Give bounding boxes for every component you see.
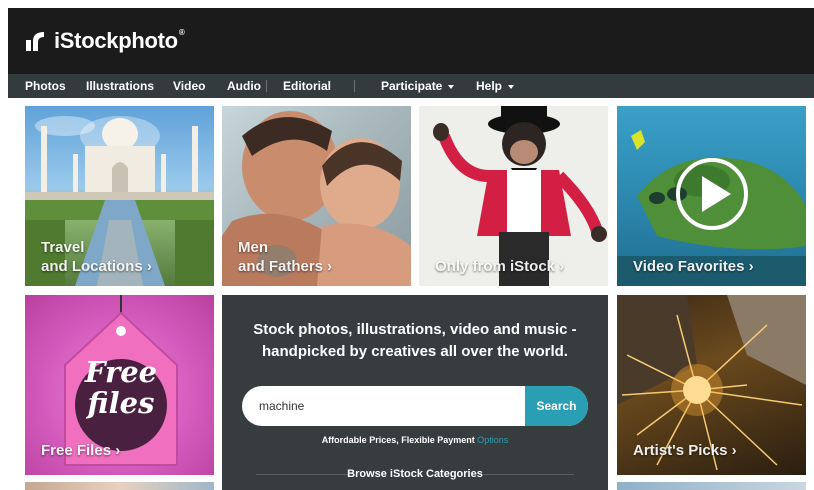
pricing-note: Affordable Prices, Flexible Payment Opti… bbox=[321, 435, 509, 445]
tile-label: Travel and Locations › bbox=[41, 239, 152, 275]
nav-item-audio[interactable]: Audio bbox=[227, 79, 261, 93]
divider bbox=[482, 474, 574, 475]
tile-label: Men and Fathers › bbox=[238, 239, 333, 275]
main-nav: Photos Illustrations Video Audio Editori… bbox=[8, 74, 814, 98]
nav-item-editorial[interactable]: Editorial bbox=[283, 79, 331, 93]
tile-free-files[interactable]: Free files Free Files › bbox=[25, 295, 214, 475]
free-files-badge: Free files bbox=[84, 355, 158, 420]
logo-text: iStockphoto® bbox=[54, 28, 185, 53]
nav-item-help[interactable]: Help bbox=[476, 79, 515, 93]
nav-item-photos[interactable]: Photos bbox=[25, 79, 66, 93]
payment-options-link[interactable]: Options bbox=[477, 435, 508, 445]
tile-travel-locations[interactable]: Travel and Locations › bbox=[25, 106, 214, 286]
nav-divider bbox=[354, 80, 355, 92]
tile-only-from-istock[interactable]: Only from iStock › bbox=[419, 106, 608, 286]
chevron-down-icon bbox=[448, 84, 455, 89]
istock-logo-icon bbox=[26, 32, 44, 51]
tile-label: Free Files › bbox=[41, 442, 121, 459]
search-bar: Search bbox=[242, 386, 588, 426]
tile-label: Video Favorites › bbox=[633, 258, 754, 275]
tile-men-fathers[interactable]: Men and Fathers › bbox=[222, 106, 411, 286]
logo[interactable]: iStockphoto® bbox=[25, 28, 185, 54]
nav-item-video[interactable]: Video bbox=[173, 79, 205, 93]
nav-item-illustrations[interactable]: Illustrations bbox=[86, 79, 154, 93]
chevron-down-icon bbox=[508, 84, 515, 89]
search-promo-panel: Stock photos, illustrations, video and m… bbox=[222, 295, 608, 490]
tile-artists-picks[interactable]: Artist's Picks › bbox=[617, 295, 806, 475]
tile-label: Artist's Picks › bbox=[633, 442, 737, 459]
nav-divider bbox=[266, 80, 267, 92]
search-button[interactable]: Search bbox=[525, 386, 588, 426]
tile-video-favorites[interactable]: Video Favorites › bbox=[617, 106, 806, 286]
nav-item-participate[interactable]: Participate bbox=[381, 79, 455, 93]
search-input[interactable] bbox=[242, 386, 525, 426]
tile-next-row[interactable] bbox=[25, 482, 214, 490]
site-header: iStockphoto® bbox=[8, 8, 814, 74]
tile-next-row[interactable] bbox=[617, 482, 806, 490]
promo-headline: Stock photos, illustrations, video and m… bbox=[253, 321, 577, 360]
tile-label: Only from iStock › bbox=[435, 258, 565, 275]
